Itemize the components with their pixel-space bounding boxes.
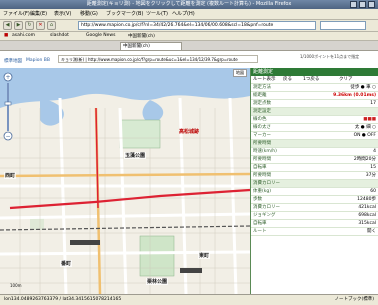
tab-clear[interactable]: クリア <box>339 76 353 83</box>
zoom-control[interactable]: + − <box>3 72 13 142</box>
stop-icon[interactable]: ✕ <box>36 21 45 30</box>
menu-help[interactable]: ヘルプ(H) <box>172 10 195 17</box>
tab-route[interactable]: ルート表示 <box>253 76 276 83</box>
svg-text:+: + <box>5 74 10 81</box>
link-standard-map[interactable]: 標準地図 <box>4 58 22 64</box>
marker-row: マーカー ON ● OFF <box>251 132 378 140</box>
tab-bar: 中国新聞(ch) <box>0 41 378 51</box>
bike-speed-row: 自転車 15 <box>251 164 378 172</box>
link-mapion-bb[interactable]: Mapion BB <box>26 58 50 63</box>
status-bar: lon134.0489263763379 / lat34.34156150782… <box>0 294 378 305</box>
address-bar[interactable]: http://www.mapion.co.jp/c/f?nl=34/42/26.… <box>78 21 316 30</box>
map-label-tamamo: 玉藻公園 <box>124 152 147 159</box>
method-row: 測定方法 徒歩 ● 車 ○ <box>251 84 378 92</box>
points-row: 測定点数 17 <box>251 100 378 108</box>
map-label-castle: 高松城跡 <box>179 129 200 135</box>
walk-speed-row: 時速(km/h) 4 <box>251 148 378 156</box>
route-open-row: ルート 開く <box>251 228 378 236</box>
header-note: 1/1000ポイントを11点まで指定 <box>300 54 360 59</box>
svg-text:−: − <box>5 133 10 140</box>
bike-time-row: 所要時間 37分 <box>251 172 378 180</box>
bookmark-asahi[interactable]: asahi.com <box>12 33 35 38</box>
window-title: 距離測定(キョリ測) - 地図をクリックして距離を測定 (複数ルート計算も) -… <box>86 1 292 7</box>
menu-bar: ファイル(F) 編集(E) 表示(V) 移動(G) ブックマーク(B) ツール(… <box>0 9 378 20</box>
map-label-bancho: 番町 <box>60 260 73 267</box>
calorie-row: 消費カロリー 421kcal <box>251 204 378 212</box>
map-graphic[interactable] <box>0 68 250 294</box>
back-icon[interactable]: ◀ <box>3 21 12 30</box>
reload-icon[interactable]: ↻ <box>25 21 34 30</box>
steps-row: 歩数 12480歩 <box>251 196 378 204</box>
map-legend[interactable]: 地図 <box>233 69 247 77</box>
map-scale: 100m <box>10 283 22 288</box>
bookmark-google-news[interactable]: Google News <box>86 33 115 38</box>
minimize-button[interactable] <box>350 1 357 8</box>
menu-edit[interactable]: 編集(E) <box>30 10 47 17</box>
tab-undo[interactable]: 1つ戻る <box>303 76 319 83</box>
share-url-field[interactable]: キョリ測(新) | http://www.mapion.co.jp/c/f?gr… <box>58 55 258 63</box>
bookmarks-toolbar: ■ asahi.com slashdot Google News 中国新聞(ch… <box>0 32 378 41</box>
menu-bookmarks[interactable]: ブックマーク(B) <box>106 10 143 17</box>
menu-file[interactable]: ファイル(F) <box>3 10 30 17</box>
close-button[interactable] <box>368 1 375 8</box>
line-width-row: 線の太さ太 ● 細 ○ <box>251 124 378 132</box>
map-canvas[interactable]: + − 高松城跡 栗林公園 西町 玉藻公園 東町 番町 100m 地図 <box>0 68 250 294</box>
navigation-toolbar: ◀ ▶ ↻ ✕ ⌂ http://www.mapion.co.jp/c/f?nl… <box>0 20 378 32</box>
map-label-east: 東町 <box>198 252 211 259</box>
menu-go[interactable]: 移動(G) <box>80 10 98 17</box>
total-row: 総距離 9.36km (0.01ms) <box>251 92 378 100</box>
cycle-cal-row: 自転車 315kcal <box>251 220 378 228</box>
panel-tabs: ルート表示 戻る 1つ戻る クリア <box>251 76 378 84</box>
weight-row: 体重(kg) 60 <box>251 188 378 196</box>
bookmark-chugoku[interactable]: 中国新聞(ch) <box>128 33 155 39</box>
jog-row: ジョギング 698kcal <box>251 212 378 220</box>
bookmark-icon: ■ <box>4 33 9 38</box>
line-color-row: 線の色 ■■■ <box>251 116 378 124</box>
window-titlebar: 距離測定(キョリ測) - 地図をクリックして距離を測定 (複数ルート計算も) -… <box>0 0 378 9</box>
bookmark-slashdot[interactable]: slashdot <box>50 33 69 38</box>
map-label-park: 栗林公園 <box>146 278 169 285</box>
search-box[interactable] <box>320 21 366 30</box>
walk-time-row: 所要時間 2時間20分 <box>251 156 378 164</box>
section-calorie: 消費カロリー <box>251 180 378 188</box>
home-icon[interactable]: ⌂ <box>47 21 56 30</box>
menu-tools[interactable]: ツール(T) <box>146 10 168 17</box>
menu-view[interactable]: 表示(V) <box>54 10 71 17</box>
map-label-west: 西町 <box>4 172 17 179</box>
total-distance: 9.36km (0.01ms) <box>333 93 376 98</box>
panel-title: 距離測定 <box>251 68 378 76</box>
section-measure: 測定設定 <box>251 108 378 116</box>
section-time: 所要時間 <box>251 140 378 148</box>
maximize-button[interactable] <box>359 1 366 8</box>
tab-active[interactable]: 中国新聞(ch) <box>120 42 182 50</box>
forward-icon[interactable]: ▶ <box>14 21 23 30</box>
distance-panel: 距離測定 ルート表示 戻る 1つ戻る クリア 測定方法 徒歩 ● 車 ○ 総距離 9… <box>250 68 378 294</box>
tab-back[interactable]: 戻る <box>283 76 292 83</box>
